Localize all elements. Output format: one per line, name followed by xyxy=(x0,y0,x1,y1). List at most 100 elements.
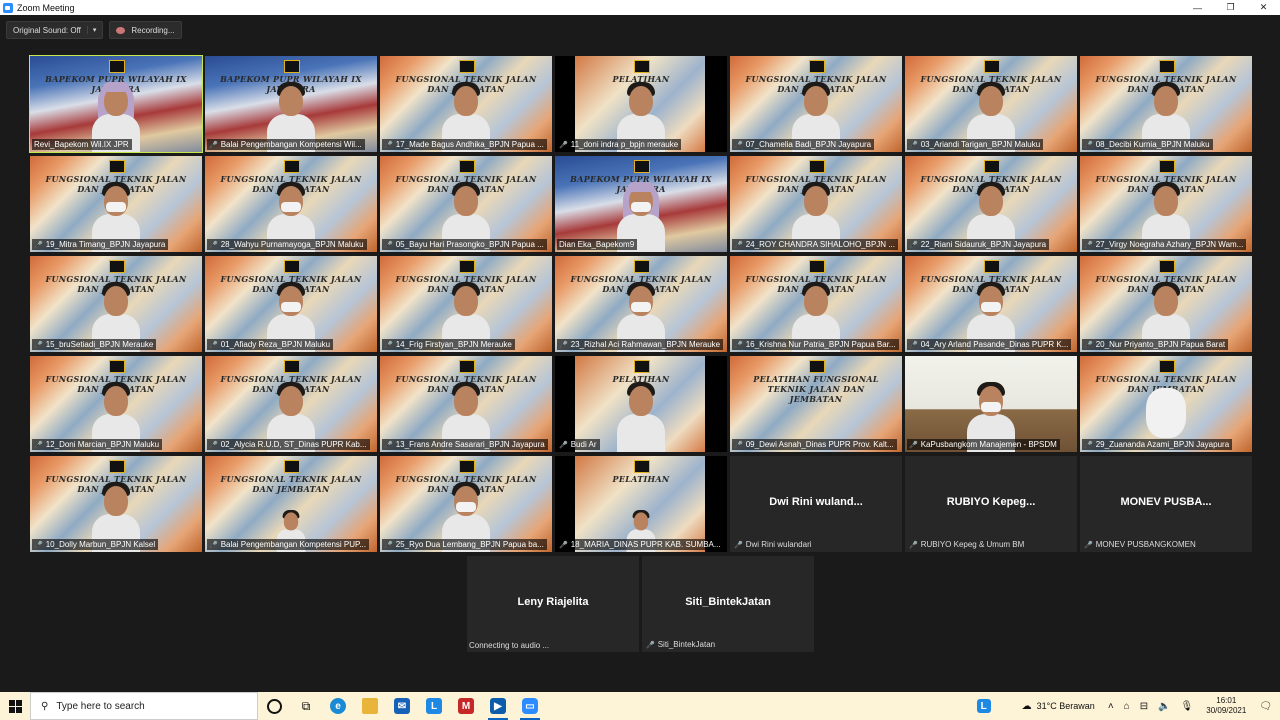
participant-tile[interactable]: FUNGSIONAL TEKNIK JALAN DAN JEMBATAN🎤04_… xyxy=(905,256,1077,352)
cortana-button[interactable] xyxy=(258,692,290,720)
participant-tile[interactable]: FUNGSIONAL TEKNIK JALAN DAN JEMBATAN🎤16_… xyxy=(730,256,902,352)
pupr-logo-icon xyxy=(634,360,650,373)
participant-name: 20_Nur Priyanto_BPJN Papua Barat xyxy=(1095,340,1226,349)
participant-nameplate: 🎤 12_Doni Marcian_BPJN Maluku xyxy=(32,439,163,450)
participant-tile[interactable]: FUNGSIONAL TEKNIK JALAN DAN JEMBATAN🎤23_… xyxy=(555,256,727,352)
participant-tile[interactable]: FUNGSIONAL TEKNIK JALAN DAN JEMBATAN🎤03_… xyxy=(905,56,1077,152)
participant-name: 01_Afiady Reza_BPJN Maluku xyxy=(220,340,331,349)
zoom-taskbar-button[interactable]: ▭ xyxy=(514,692,546,720)
chevron-down-icon[interactable]: ▾ xyxy=(86,26,96,34)
restore-button[interactable]: ❐ xyxy=(1214,0,1247,15)
task-view-button[interactable]: ⧉ xyxy=(290,692,322,720)
mic-muted-icon: 🎤 xyxy=(734,142,743,149)
participant-tile[interactable]: Leny Riajelita Connecting to audio ... xyxy=(467,556,639,652)
pupr-logo-icon xyxy=(809,60,825,73)
participant-nameplate: 🎤 24_ROY CHANDRA SIHALOHO_BPJN ... xyxy=(732,239,898,250)
media-player-icon: ▶ xyxy=(490,698,506,714)
background-banner-text: PELATIHAN xyxy=(612,474,670,484)
media-app-button[interactable]: ▶ xyxy=(482,692,514,720)
speaker-icon[interactable]: 🔈 xyxy=(1158,701,1170,712)
mail-button[interactable]: ✉ xyxy=(386,692,418,720)
mic-muted-icon: 🎤 xyxy=(209,242,218,249)
mic-muted-icon: 🎤 xyxy=(209,342,218,349)
participant-tile[interactable]: FUNGSIONAL TEKNIK JALAN DAN JEMBATAN🎤22_… xyxy=(905,156,1077,252)
participant-tile[interactable]: FUNGSIONAL TEKNIK JALAN DAN JEMBATAN🎤17_… xyxy=(380,56,552,152)
participant-tile[interactable]: PELATIHAN 🎤 Budi Ar xyxy=(555,356,727,452)
participant-name: Budi Ar xyxy=(570,440,597,449)
participant-tile[interactable]: FUNGSIONAL TEKNIK JALAN DAN JEMBATAN🎤02_… xyxy=(205,356,377,452)
participant-tile[interactable]: BAPEKOM PUPR WILAYAH IX JAYAPURADian Eka… xyxy=(555,156,727,252)
participant-tile[interactable]: FUNGSIONAL TEKNIK JALAN DAN JEMBATAN🎤13_… xyxy=(380,356,552,452)
participant-nameplate: 🎤 16_Krishna Nur Patria_BPJN Papua Bar... xyxy=(732,339,899,350)
participant-nameplate: Dian Eka_Bapekom9 xyxy=(557,239,638,250)
onedrive-icon[interactable]: ⌂ xyxy=(1124,701,1130,712)
participant-tile[interactable]: FUNGSIONAL TEKNIK JALAN DAN JEMBATAN🎤27_… xyxy=(1080,156,1252,252)
participant-nameplate: 🎤 25_Ryo Dua Lembang_BPJN Papua ba... xyxy=(382,539,547,550)
recording-indicator[interactable]: Recording... xyxy=(109,21,182,39)
participant-tile[interactable]: FUNGSIONAL TEKNIK JALAN DAN JEMBATAN 🎤 Bal… xyxy=(205,456,377,552)
original-sound-label: Original Sound: Off xyxy=(13,25,81,35)
participant-nameplate: 🎤 22_Riani Sidauruk_BPJN Jayapura xyxy=(907,239,1050,250)
participant-tile[interactable]: Dwi Rini wuland... 🎤 Dwi Rini wulandari xyxy=(730,456,902,552)
participant-tile[interactable]: FUNGSIONAL TEKNIK JALAN DAN JEMBATAN🎤25_… xyxy=(380,456,552,552)
participant-nameplate: 🎤 23_Rizhal Aci Rahmawan_BPJN Merauke xyxy=(557,339,724,350)
participant-tile[interactable]: FUNGSIONAL TEKNIK JALAN DAN JEMBATAN🎤07_… xyxy=(730,56,902,152)
participant-tile[interactable]: FUNGSIONAL TEKNIK JALAN DAN JEMBATAN🎤14_… xyxy=(380,256,552,352)
participant-name: 18_MARIA_DINAS PUPR KAB. SUMBA... xyxy=(570,540,721,549)
mic-muted-icon: 🎤 xyxy=(1084,142,1093,149)
participant-tile[interactable]: FUNGSIONAL TEKNIK JALAN DAN JEMBATAN🎤12_… xyxy=(30,356,202,452)
participant-tile[interactable]: PELATIHAN FUNGSIONAL TEKNIK JALAN DAN JE… xyxy=(730,356,902,452)
participant-tile[interactable]: FUNGSIONAL TEKNIK JALAN DAN JEMBATAN🎤10_… xyxy=(30,456,202,552)
participant-tile[interactable]: Siti_BintekJatan 🎤 Siti_BintekJatan xyxy=(642,556,814,652)
participant-tile[interactable]: BAPEKOM PUPR WILAYAH IX JAYAPURARevi_Bap… xyxy=(29,55,203,153)
taskbar-search-box[interactable]: ⚲ Type here to search xyxy=(30,692,258,720)
start-button[interactable] xyxy=(0,692,30,720)
participant-name: 19_Mitra Timang_BPJN Jayapura xyxy=(45,240,166,249)
participant-tile[interactable]: FUNGSIONAL TEKNIK JALAN DAN JEMBATAN 🎤 29_… xyxy=(1080,356,1252,452)
original-sound-dropdown[interactable]: Original Sound: Off ▾ xyxy=(6,21,104,39)
participant-tile[interactable]: 🎤 KaPusbangkom Manajemen - BPSDM xyxy=(905,356,1077,452)
participant-tile[interactable]: RUBIYO Kepeg... 🎤 RUBIYO Kepeg & Umum BM xyxy=(905,456,1077,552)
participant-tile[interactable]: FUNGSIONAL TEKNIK JALAN DAN JEMBATAN🎤24_… xyxy=(730,156,902,252)
l-tray-icon[interactable]: L xyxy=(976,699,991,713)
participant-nameplate: 🎤 08_Decibi Kurnia_BPJN Maluku xyxy=(1082,139,1213,150)
participant-tile[interactable]: MONEV PUSBA... 🎤 MONEV PUSBANGKOMEN xyxy=(1080,456,1252,552)
file-explorer-button[interactable] xyxy=(354,692,386,720)
chevron-up-icon[interactable]: ˄ xyxy=(1108,701,1114,712)
edge-button[interactable]: e xyxy=(322,692,354,720)
participant-nameplate: 🎤 Balai Pengembangan Kompetensi Wil... xyxy=(207,139,365,150)
participant-tile[interactable]: PELATIHAN 🎤 18_MARIA_DINAS PUPR KAB. SUMBA… xyxy=(555,456,727,552)
mcafee-button[interactable]: M xyxy=(450,692,482,720)
participant-tile[interactable]: PELATIHAN 🎤 11_doni indra p_bpjn merauke xyxy=(555,56,727,152)
participant-name: 03_Ariandi Tarigan_BPJN Maluku xyxy=(920,140,1041,149)
participant-display-name: RUBIYO Kepeg... xyxy=(946,496,1036,508)
weather-text[interactable]: 31°C Berawan xyxy=(1037,701,1095,711)
participant-nameplate: 🎤 Dwi Rini wulandari xyxy=(732,539,815,550)
mic-muted-icon: 🎤 xyxy=(209,142,218,149)
edge-icon: e xyxy=(330,698,346,714)
pupr-logo-icon xyxy=(809,160,825,173)
participant-tile[interactable]: FUNGSIONAL TEKNIK JALAN DAN JEMBATAN🎤20_… xyxy=(1080,256,1252,352)
clock-time: 16:01 xyxy=(1216,696,1237,705)
participant-tile[interactable]: FUNGSIONAL TEKNIK JALAN DAN JEMBATAN🎤19_… xyxy=(30,156,202,252)
participant-tile[interactable]: BAPEKOM PUPR WILAYAH IX JAYAPURA🎤Balai P… xyxy=(205,56,377,152)
participant-name: 09_Dewi Asnah_Dinas PUPR Prov. Kalt... xyxy=(745,440,894,449)
pupr-logo-icon xyxy=(109,160,125,173)
participant-tile[interactable]: FUNGSIONAL TEKNIK JALAN DAN JEMBATAN🎤01_… xyxy=(205,256,377,352)
participant-tile[interactable]: FUNGSIONAL TEKNIK JALAN DAN JEMBATAN🎤28_… xyxy=(205,156,377,252)
participant-name: 22_Riani Sidauruk_BPJN Jayapura xyxy=(920,240,1047,249)
network-icon[interactable]: ⊟ xyxy=(1140,701,1148,712)
clock[interactable]: 16:01 30/09/2021 xyxy=(1206,696,1246,716)
close-button[interactable]: ✕ xyxy=(1247,0,1280,15)
pupr-logo-icon xyxy=(984,60,1000,73)
pupr-logo-icon xyxy=(459,160,475,173)
folder-icon xyxy=(362,698,378,714)
participant-tile[interactable]: FUNGSIONAL TEKNIK JALAN DAN JEMBATAN🎤05_… xyxy=(380,156,552,252)
mic-muted-icon: 🎤 xyxy=(34,242,43,249)
notification-icon[interactable]: 🗨 xyxy=(1259,701,1272,712)
minimize-button[interactable]: — xyxy=(1181,0,1214,15)
app-l-button[interactable]: L xyxy=(418,692,450,720)
participant-tile[interactable]: FUNGSIONAL TEKNIK JALAN DAN JEMBATAN🎤15_… xyxy=(30,256,202,352)
participant-tile[interactable]: FUNGSIONAL TEKNIK JALAN DAN JEMBATAN🎤08_… xyxy=(1080,56,1252,152)
mic-tray-icon[interactable]: 🎙 xyxy=(1181,701,1194,712)
